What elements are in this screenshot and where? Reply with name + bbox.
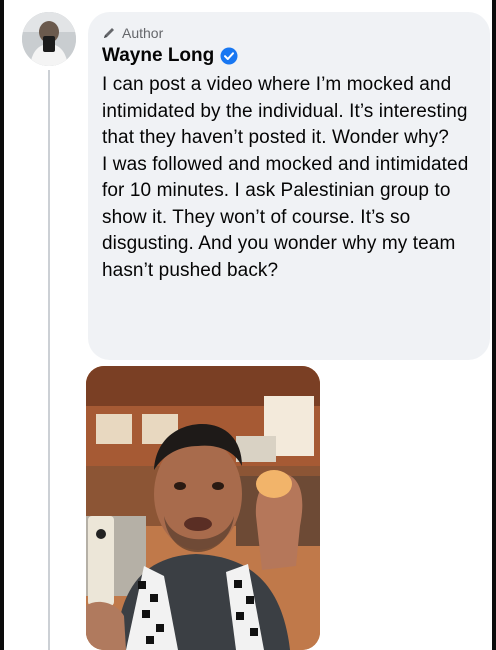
thread-line bbox=[48, 70, 50, 650]
author-badge: Author bbox=[102, 24, 476, 42]
verified-badge-icon bbox=[220, 47, 238, 65]
avatar[interactable] bbox=[22, 12, 76, 66]
author-row: Wayne Long bbox=[102, 44, 476, 68]
comment-bubble: Author Wayne Long I can post a video whe… bbox=[88, 12, 490, 360]
left-border bbox=[0, 0, 4, 650]
comment-text: I can post a video where I’m mocked and … bbox=[102, 74, 469, 281]
pencil-icon bbox=[102, 26, 116, 40]
video-frame bbox=[86, 366, 320, 650]
author-name[interactable]: Wayne Long bbox=[102, 45, 214, 67]
attached-video-thumbnail[interactable] bbox=[86, 366, 320, 650]
avatar-photo bbox=[22, 12, 76, 66]
author-badge-label: Author bbox=[122, 25, 164, 41]
right-border bbox=[492, 0, 496, 650]
